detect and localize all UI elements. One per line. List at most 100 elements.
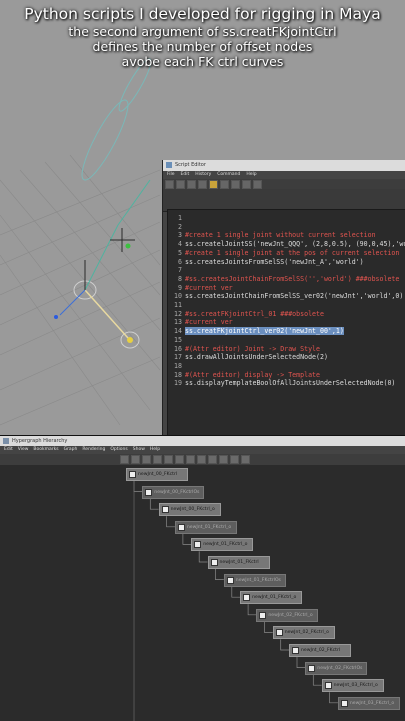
search-icon[interactable]	[253, 179, 262, 189]
frame-all-icon[interactable]	[120, 455, 129, 464]
clear-history-icon[interactable]	[187, 179, 196, 189]
node-label: newJnt_01_FKctrl_o	[252, 595, 297, 601]
execute-icon[interactable]	[220, 179, 229, 189]
hypergraph-graph-area[interactable]: newJnt_00_FKctrl newJnt_00_FKctrlOs newJnt…	[0, 465, 405, 721]
code-line[interactable]: ss.createsJointsFromSelSS('newJnt_A','wo…	[185, 258, 364, 266]
caption-line-4: avobe each FK ctrl curves	[121, 54, 284, 69]
transform-node-icon	[324, 682, 332, 690]
menu-file[interactable]: File	[167, 171, 175, 179]
hypergraph-titlebar[interactable]: Hypergraph Hierarchy	[0, 436, 405, 446]
line-number: 5	[178, 248, 182, 257]
parent-connection	[133, 481, 143, 492]
toggle-swatches-icon[interactable]	[208, 455, 217, 464]
hg-menu-bookmarks[interactable]: Bookmarks	[33, 446, 58, 454]
hypergraph-node[interactable]: newJnt_03_FKctrl_o	[337, 696, 400, 710]
parent-connection	[280, 639, 289, 651]
hypergraph-node[interactable]: newJnt_01_FKctrl_o	[191, 538, 254, 552]
hypergraph-node[interactable]: newJnt_02_FKctrl_o	[256, 608, 319, 622]
script-editor-titlebar[interactable]: Script Editor	[163, 160, 405, 171]
script-editor-menubar: File Edit History Command Help	[163, 171, 405, 179]
line-number: 19	[174, 379, 182, 388]
refresh-icon[interactable]	[241, 455, 250, 464]
parent-connection	[215, 569, 224, 580]
hypergraph-node[interactable]: newJnt_02_FKctrl_o	[272, 626, 335, 640]
freeform-mode-icon[interactable]	[186, 455, 195, 464]
code-comment-line[interactable]: #current ver	[185, 284, 233, 292]
code-comment-line[interactable]: #(Attr editor) Joint -> Draw Style	[185, 345, 320, 353]
bookmark-icon[interactable]	[230, 455, 239, 464]
hypergraph-node[interactable]: newJnt_00_FKctrlOs	[142, 485, 205, 499]
hypergraph-node[interactable]: newJnt_00_FKctrl	[126, 468, 188, 481]
hypergraph-node[interactable]: newJnt_01_FKctrlOs	[223, 573, 286, 587]
node-label: newJnt_02_FKctrl	[301, 648, 341, 653]
node-label: newJnt_02_FKctrlOs	[317, 665, 363, 671]
node-label: newJnt_02_FKctrl_o	[284, 630, 329, 636]
line-number: 13	[174, 318, 182, 327]
menu-help[interactable]: Help	[246, 171, 256, 179]
menu-edit[interactable]: Edit	[181, 171, 190, 179]
hg-menu-graph[interactable]: Graph	[64, 446, 78, 454]
clear-input-icon[interactable]	[198, 179, 207, 189]
save-script-icon[interactable]	[176, 179, 185, 189]
line-number: 8	[178, 274, 182, 283]
open-script-icon[interactable]	[165, 179, 174, 189]
execute-all-icon[interactable]	[209, 179, 218, 189]
code-line[interactable]: ss.createlJointSS('newJnt_QQQ', (2,8,0.5…	[185, 240, 405, 248]
hypergraph-title: Hypergraph Hierarchy	[12, 438, 68, 444]
code-line[interactable]: ss.displayTemplateBoolOfAllJointsUnderSe…	[185, 379, 395, 387]
hg-menu-help[interactable]: Help	[150, 446, 160, 454]
line-number: 2	[178, 222, 182, 231]
parent-connection	[264, 621, 273, 633]
hypergraph-node[interactable]: newJnt_01_FKctrl	[207, 556, 270, 569]
code-line[interactable]: ss.drawAllJointsUnderSelectedNode(2)	[185, 353, 328, 361]
line-number: 17	[174, 353, 182, 362]
node-label: newJnt_02_FKctrl_o	[268, 612, 313, 618]
transform-node-icon	[145, 488, 153, 496]
automatic-layout-icon[interactable]	[197, 455, 206, 464]
line-number: 11	[174, 301, 182, 309]
hg-menu-edit[interactable]: Edit	[4, 446, 13, 454]
frame-selection-icon[interactable]	[131, 455, 140, 464]
node-label: newJnt_00_FKctrlOs	[154, 489, 200, 495]
transform-node-icon	[226, 576, 234, 584]
hypergraph-node[interactable]: newJnt_02_FKctrlOs	[305, 661, 368, 675]
echo-icon[interactable]	[231, 179, 240, 189]
menu-history[interactable]: History	[195, 171, 211, 179]
hypergraph-node[interactable]: newJnt_01_FKctrl_o	[240, 591, 303, 605]
menu-command[interactable]: Command	[217, 171, 240, 179]
hg-menu-rendering[interactable]: Rendering	[82, 446, 105, 454]
code-comment-line[interactable]: #create 1 single joint without current s…	[185, 231, 376, 239]
hypergraph-toolbar	[0, 454, 405, 465]
input-output-connections-icon[interactable]	[175, 455, 184, 464]
hypergraph-node[interactable]: newJnt_01_FKctrl_o	[174, 520, 237, 534]
parent-connection	[247, 604, 257, 616]
code-comment-line[interactable]: #create 1 single joint at the pos of cur…	[185, 249, 399, 257]
line-number: 9	[178, 283, 182, 292]
code-line[interactable]: ss.createsJointChainFromSelSS_ver02('new…	[185, 292, 403, 300]
script-editor-window[interactable]: Script Editor File Edit History Command …	[162, 160, 405, 435]
hypergraph-window[interactable]: Hypergraph Hierarchy Edit View Bookmarks…	[0, 435, 405, 721]
line-number: 10	[174, 292, 182, 301]
scene-hierarchy-icon[interactable]	[164, 455, 173, 464]
script-editor-toolbar	[163, 179, 405, 189]
transform-node-icon	[129, 471, 136, 478]
code-comment-line[interactable]: #(Attr editor) display -> Template	[185, 371, 320, 379]
hg-menu-show[interactable]: Show	[133, 446, 145, 454]
frame-hierarchy-icon[interactable]	[142, 455, 151, 464]
grid-icon[interactable]	[219, 455, 228, 464]
parent-connection	[166, 516, 175, 528]
script-input-pane[interactable]: 1 2 3 #create 1 single joint without curren…	[167, 209, 405, 435]
selected-code-line[interactable]: ss.creatFKjointCtrl_ver02('newJnt_00',1)	[185, 327, 344, 336]
hg-menu-view[interactable]: View	[18, 446, 29, 454]
hypergraph-node[interactable]: newJnt_03_FKctrl_o	[321, 679, 384, 693]
hypergraph-node[interactable]: newJnt_00_FKctrl_o	[158, 503, 221, 517]
code-comment-line[interactable]: #ss.createsJointChainFromSelSS('','world…	[185, 275, 399, 283]
frame-branch-icon[interactable]	[153, 455, 162, 464]
line-numbers-icon[interactable]	[242, 179, 251, 189]
code-comment-line[interactable]: #ss.creatFKjointCtrl_01 ###obsolete	[185, 310, 324, 318]
hypergraph-node[interactable]: newJnt_02_FKctrl	[289, 644, 351, 657]
code-comment-line[interactable]: #current ver	[185, 318, 233, 326]
hg-menu-options[interactable]: Options	[110, 446, 127, 454]
node-label: newJnt_00_FKctrl_o	[170, 507, 215, 513]
parent-connection	[329, 692, 338, 704]
